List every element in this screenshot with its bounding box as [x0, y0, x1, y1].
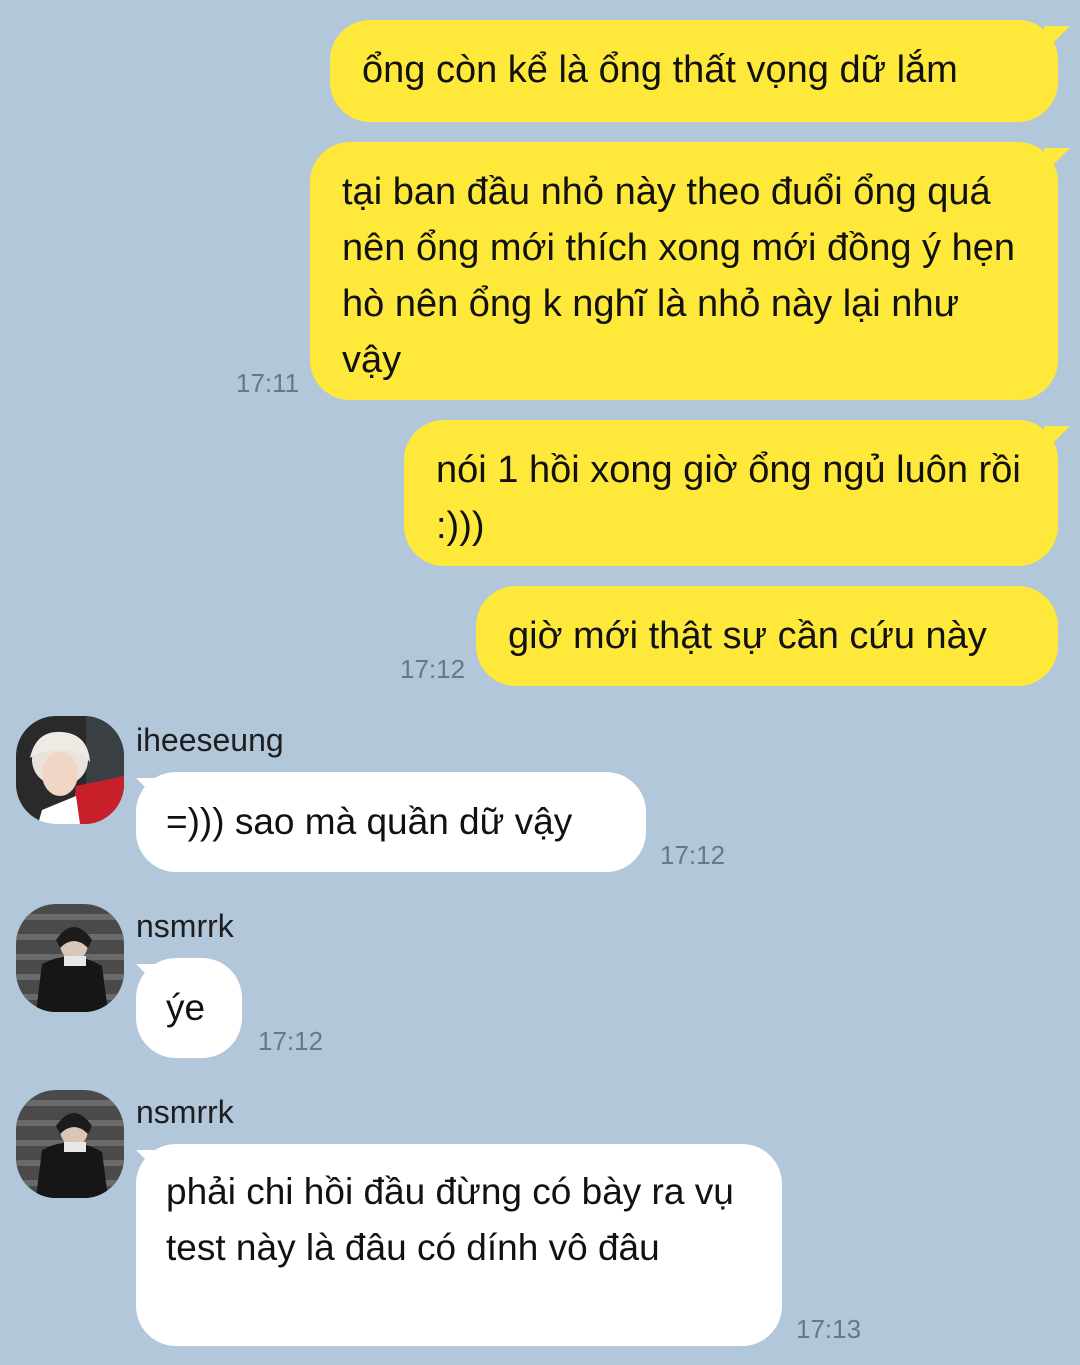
outgoing-message[interactable]: ổng còn kể là ổng thất vọng dữ lắm [330, 20, 1058, 122]
sender-name: nsmrrk [136, 908, 234, 944]
message-timestamp: 17:12 [400, 654, 466, 684]
message-text: ổng còn kể là ổng thất vọng dữ lắm [362, 49, 958, 91]
incoming-message[interactable]: ýe [136, 958, 242, 1058]
message-text: nói 1 hồi xong giờ ổng ngủ luôn rồi :))) [436, 449, 1021, 547]
avatar-iheeseung-icon [16, 716, 124, 824]
message-timestamp: 17:13 [796, 1314, 862, 1344]
sender-name: nsmrrk [136, 1094, 234, 1130]
message-text: =))) sao mà quần dữ vậy [166, 801, 573, 842]
message-text: ýe [166, 987, 206, 1028]
avatar-nsmrrk-icon [16, 1090, 124, 1198]
sender-name: iheeseung [136, 722, 284, 758]
message-timestamp: 17:12 [258, 1026, 324, 1056]
incoming-message[interactable]: phải chi hồi đầu đừng có bày ra vụ test … [136, 1144, 782, 1346]
outgoing-message[interactable]: nói 1 hồi xong giờ ổng ngủ luôn rồi :))) [404, 420, 1058, 566]
outgoing-message[interactable]: giờ mới thật sự cần cứu này [476, 586, 1058, 686]
message-timestamp: 17:11 [236, 368, 300, 398]
avatar-nsmrrk[interactable] [16, 904, 124, 1012]
avatar-nsmrrk-icon [16, 904, 124, 1012]
outgoing-message[interactable]: tại ban đầu nhỏ này theo đuổi ổng quá nê… [310, 142, 1058, 400]
avatar-nsmrrk[interactable] [16, 1090, 124, 1198]
message-text: giờ mới thật sự cần cứu này [508, 615, 987, 657]
message-text: tại ban đầu nhỏ này theo đuổi ổng quá nê… [342, 171, 1016, 381]
message-timestamp: 17:12 [660, 840, 726, 870]
avatar-iheeseung[interactable] [16, 716, 124, 824]
message-text: phải chi hồi đầu đừng có bày ra vụ test … [166, 1171, 734, 1268]
incoming-message[interactable]: =))) sao mà quần dữ vậy [136, 772, 646, 872]
